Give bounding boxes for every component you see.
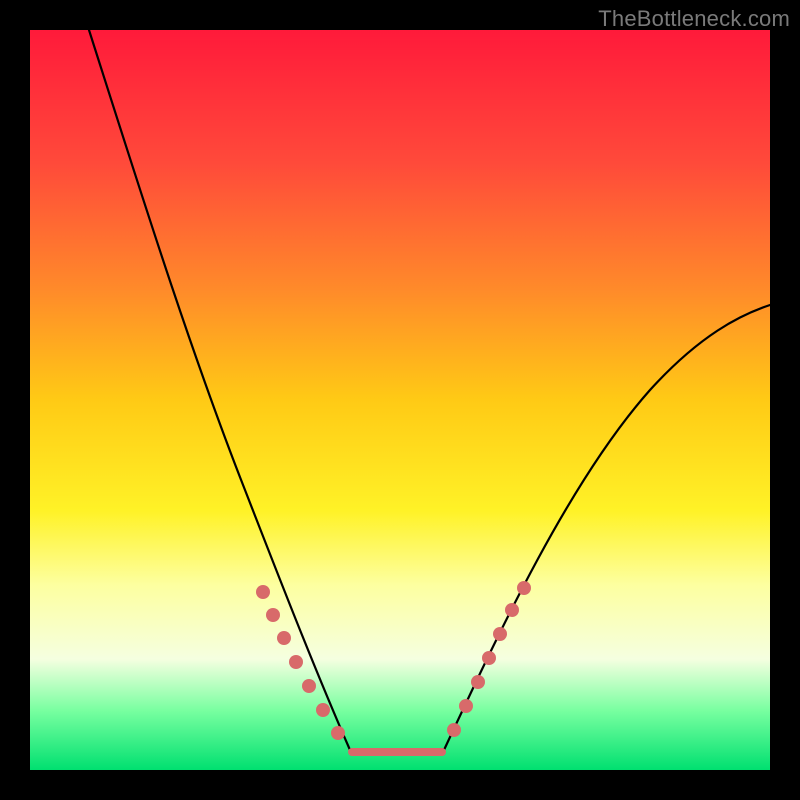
right-curve bbox=[444, 305, 770, 750]
watermark-text: TheBottleneck.com bbox=[598, 6, 790, 32]
marker-dot bbox=[471, 675, 485, 689]
marker-dot bbox=[266, 608, 280, 622]
marker-dot bbox=[256, 585, 270, 599]
curve-svg bbox=[30, 30, 770, 770]
plot-area bbox=[30, 30, 770, 770]
marker-dot bbox=[316, 703, 330, 717]
marker-dot bbox=[447, 723, 461, 737]
marker-dot bbox=[505, 603, 519, 617]
marker-dot bbox=[289, 655, 303, 669]
marker-dot bbox=[517, 581, 531, 595]
marker-dot bbox=[482, 651, 496, 665]
left-curve bbox=[89, 30, 350, 750]
marker-dot bbox=[277, 631, 291, 645]
marker-dot bbox=[331, 726, 345, 740]
marker-dot bbox=[302, 679, 316, 693]
marker-dot bbox=[493, 627, 507, 641]
chart-frame: TheBottleneck.com bbox=[0, 0, 800, 800]
marker-dot bbox=[459, 699, 473, 713]
